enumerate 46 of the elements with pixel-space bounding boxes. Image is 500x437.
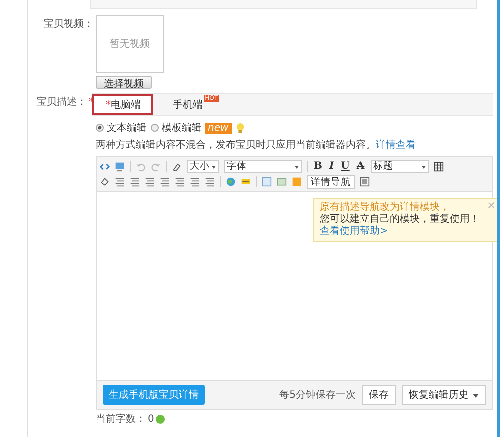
align-icon[interactable] xyxy=(115,176,125,186)
align-icon[interactable] xyxy=(205,176,215,186)
radio-button[interactable] xyxy=(96,124,104,132)
tooltip-text: 原有描述导航改为详情模块， xyxy=(320,202,450,214)
word-count-label: 当前字数： xyxy=(96,412,146,426)
tab[interactable]: *电脑端 xyxy=(92,94,153,115)
heading-dropdown[interactable]: 标题 xyxy=(370,160,429,173)
field-label: 宝贝视频： xyxy=(43,18,94,32)
align-icon[interactable] xyxy=(190,176,200,186)
radio-label: 文本编辑 xyxy=(107,122,147,135)
align-icon[interactable] xyxy=(130,176,140,186)
help-link[interactable]: 查看使用帮助> xyxy=(320,226,388,238)
history-dropdown[interactable]: 恢复编辑历史 xyxy=(402,385,486,405)
fullscreen-icon[interactable] xyxy=(360,176,370,186)
new-badge: new xyxy=(205,122,232,134)
italic-button[interactable]: I xyxy=(328,161,336,172)
bold-button[interactable]: B xyxy=(313,161,324,172)
choose-video-button[interactable]: 选择视频 xyxy=(96,76,152,89)
lightbulb-icon xyxy=(236,122,245,134)
format-painter-icon[interactable] xyxy=(172,162,182,172)
fill-color-icon[interactable] xyxy=(100,176,110,186)
empty-text: 暂无视频 xyxy=(110,38,150,51)
font-dropdown[interactable]: 字体 xyxy=(224,160,302,173)
autosave-text: 每5分钟保存一次 xyxy=(280,388,356,402)
field-label: 宝贝描述： xyxy=(37,97,87,108)
save-button[interactable]: 保存 xyxy=(362,385,396,405)
size-dropdown[interactable]: 大小 xyxy=(187,160,219,173)
table-icon[interactable] xyxy=(434,162,444,172)
hint-text: 两种方式编辑内容不混合，发布宝贝时只应用当前编辑器内容。详情查看 xyxy=(96,138,416,152)
picture-icon[interactable] xyxy=(277,176,287,186)
align-icon[interactable] xyxy=(145,176,155,186)
details-link[interactable]: 详情查看 xyxy=(376,140,416,151)
detail-nav-button[interactable]: 详情导航 xyxy=(307,174,355,188)
radio-label: 模板编辑 xyxy=(162,122,202,135)
word-count: 0 xyxy=(148,414,154,424)
image-icon[interactable] xyxy=(115,162,125,172)
align-icon[interactable] xyxy=(175,176,185,186)
code-icon[interactable] xyxy=(100,162,110,172)
globe-icon[interactable] xyxy=(226,176,236,186)
hot-badge: HOT xyxy=(204,95,219,102)
underline-button[interactable]: U xyxy=(340,161,351,172)
strikethrough-button[interactable]: A xyxy=(356,161,366,172)
align-icon[interactable] xyxy=(160,176,170,186)
module-icon[interactable] xyxy=(262,176,272,186)
radio-button[interactable] xyxy=(151,124,159,132)
tooltip-text: 您可以建立自己的模块，重复使用！ xyxy=(320,214,480,226)
